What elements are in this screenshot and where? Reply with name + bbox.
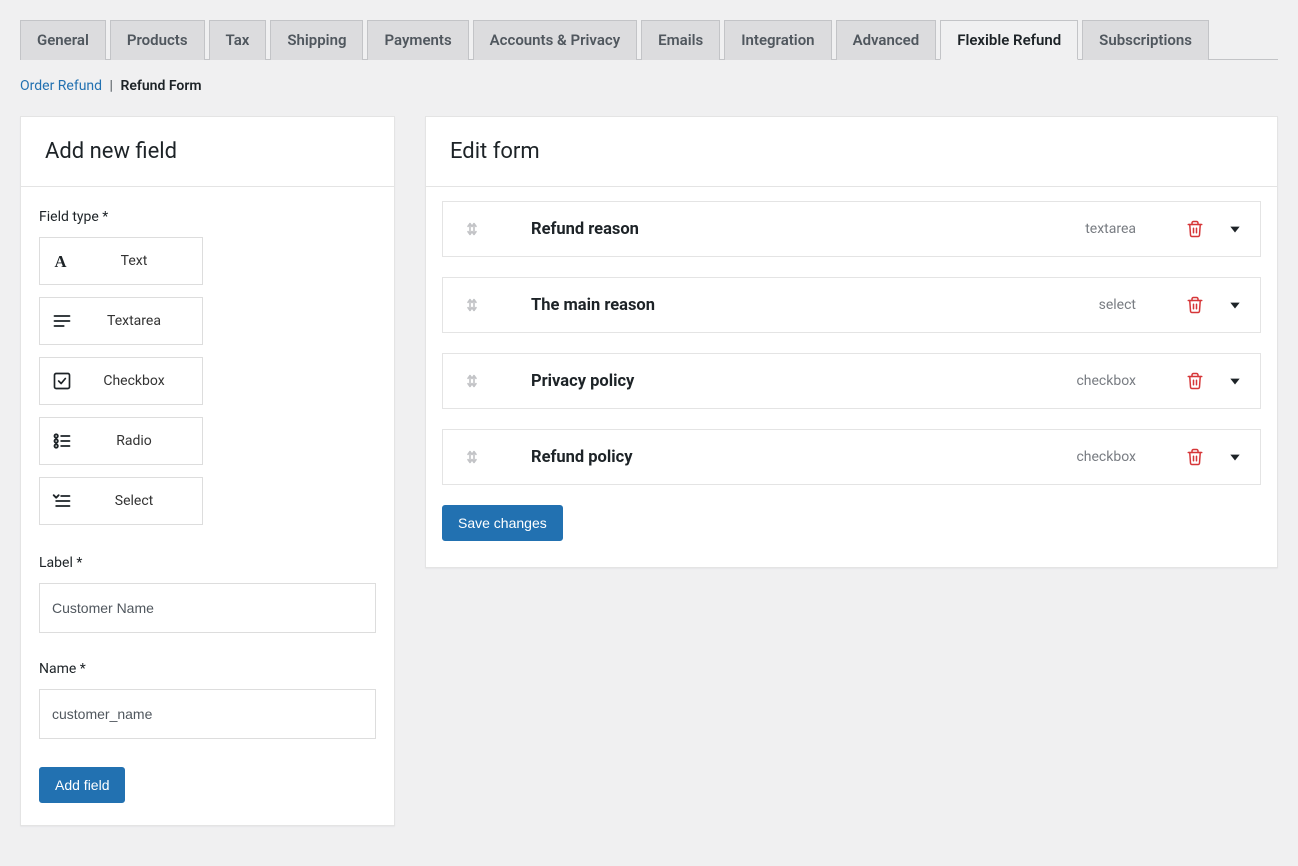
field-type-text[interactable]: A Text <box>39 237 203 285</box>
edit-form-panel: Edit form Refund reasontextarea The main … <box>425 116 1278 568</box>
expand-field-button[interactable] <box>1228 374 1242 388</box>
field-type-radio[interactable]: Radio <box>39 417 203 465</box>
tab-flexible-refund[interactable]: Flexible Refund <box>940 20 1078 60</box>
save-changes-button[interactable]: Save changes <box>442 505 563 541</box>
field-type-badge: checkbox <box>1076 373 1136 389</box>
tab-integration[interactable]: Integration <box>724 20 831 60</box>
tab-payments[interactable]: Payments <box>367 20 468 60</box>
form-field-row: Refund policycheckbox <box>442 429 1261 485</box>
form-field-row: The main reasonselect <box>442 277 1261 333</box>
tab-emails[interactable]: Emails <box>641 20 720 60</box>
field-title: Refund policy <box>487 448 1076 467</box>
delete-field-button[interactable] <box>1186 296 1204 314</box>
checkbox-icon <box>40 371 84 391</box>
field-type-select-label: Select <box>84 493 202 509</box>
field-type-badge: textarea <box>1085 221 1136 237</box>
field-type-select[interactable]: Select <box>39 477 203 525</box>
field-type-checkbox-label: Checkbox <box>84 373 202 389</box>
tab-general[interactable]: General <box>20 20 106 60</box>
delete-field-button[interactable] <box>1186 220 1204 238</box>
subnav-separator: | <box>110 78 113 94</box>
field-type-radio-label: Radio <box>84 433 202 449</box>
tab-accounts-privacy[interactable]: Accounts & Privacy <box>473 20 638 60</box>
form-field-row: Refund reasontextarea <box>442 201 1261 257</box>
field-type-checkbox[interactable]: Checkbox <box>39 357 203 405</box>
delete-field-button[interactable] <box>1186 448 1204 466</box>
name-label: Name * <box>39 661 376 677</box>
drag-handle-icon[interactable] <box>457 372 487 390</box>
tab-shipping[interactable]: Shipping <box>270 20 363 60</box>
add-field-button[interactable]: Add field <box>39 767 125 803</box>
field-title: Refund reason <box>487 220 1085 239</box>
select-icon <box>40 491 84 511</box>
tab-products[interactable]: Products <box>110 20 205 60</box>
textarea-icon <box>40 311 84 331</box>
text-icon: A <box>40 251 84 271</box>
field-type-badge: checkbox <box>1076 449 1136 465</box>
subnav-order-refund[interactable]: Order Refund <box>20 78 102 94</box>
add-new-field-panel: Add new field Field type * A Text Text <box>20 116 395 826</box>
field-type-textarea[interactable]: Textarea <box>39 297 203 345</box>
label-input[interactable] <box>39 583 376 633</box>
field-type-label: Field type * <box>39 209 376 225</box>
expand-field-button[interactable] <box>1228 450 1242 464</box>
drag-handle-icon[interactable] <box>457 448 487 466</box>
tab-advanced[interactable]: Advanced <box>836 20 937 60</box>
drag-handle-icon[interactable] <box>457 220 487 238</box>
delete-field-button[interactable] <box>1186 372 1204 390</box>
label-label: Label * <box>39 555 376 571</box>
tab-tax[interactable]: Tax <box>209 20 267 60</box>
field-title: Privacy policy <box>487 372 1076 391</box>
radio-icon <box>40 431 84 451</box>
drag-handle-icon[interactable] <box>457 296 487 314</box>
tab-subscriptions[interactable]: Subscriptions <box>1082 20 1209 60</box>
field-type-badge: select <box>1099 297 1136 313</box>
sub-navigation: Order Refund | Refund Form <box>20 78 1278 94</box>
field-type-options: A Text Textarea Checkbox <box>39 237 376 525</box>
main-title: Edit form <box>426 117 1277 187</box>
expand-field-button[interactable] <box>1228 298 1242 312</box>
svg-text:A: A <box>55 252 67 271</box>
name-input[interactable] <box>39 689 376 739</box>
field-title: The main reason <box>487 296 1099 315</box>
sidebar-title: Add new field <box>21 117 394 187</box>
form-field-row: Privacy policycheckbox <box>442 353 1261 409</box>
field-type-text-label: Text <box>84 253 202 269</box>
subnav-refund-form: Refund Form <box>120 78 201 94</box>
expand-field-button[interactable] <box>1228 222 1242 236</box>
settings-tabs: General Products Tax Shipping Payments A… <box>20 20 1278 60</box>
field-type-textarea-label: Textarea <box>84 313 202 329</box>
